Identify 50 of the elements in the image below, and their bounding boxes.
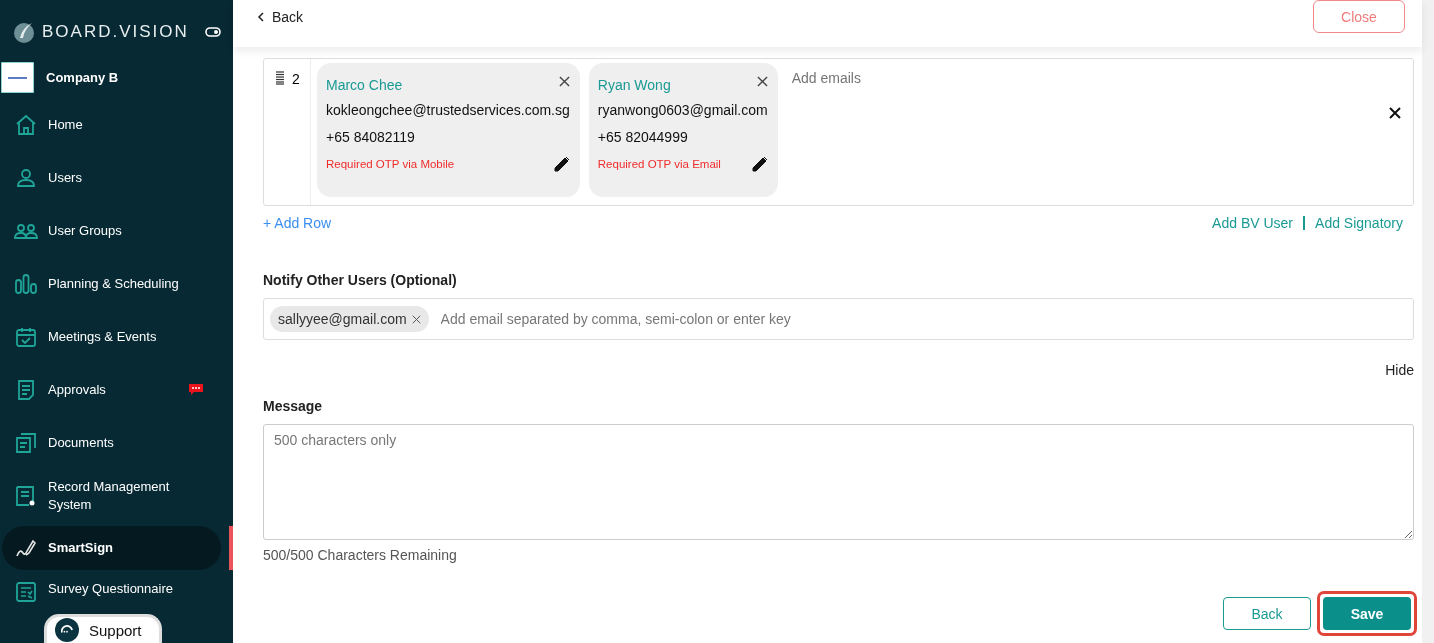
nav-item[interactable]: Record Management System xyxy=(2,469,221,522)
nav-item[interactable]: Approvals xyxy=(2,363,221,416)
add-signatory-link[interactable]: Add Signatory xyxy=(1315,215,1403,231)
bars-icon xyxy=(14,271,38,296)
docs-icon xyxy=(14,430,38,455)
selection-indicator xyxy=(229,526,233,570)
chat-icon xyxy=(55,618,79,642)
otp-requirement: Required OTP via Email xyxy=(597,158,721,170)
chip-email: sallyyee@gmail.com xyxy=(278,311,407,327)
back-link[interactable]: Back xyxy=(257,8,304,25)
nav-item[interactable]: User Groups xyxy=(2,204,221,257)
survey-icon xyxy=(14,580,38,604)
notify-label: Notify Other Users (Optional) xyxy=(263,272,458,288)
support-button[interactable]: Support xyxy=(44,614,162,643)
message-label: Message xyxy=(263,398,324,414)
nav-item[interactable]: Users xyxy=(2,151,221,204)
signatory-email: kokleongchee@trustedservices.com.sg xyxy=(326,102,570,118)
home-icon xyxy=(14,112,38,137)
signatory-email: ryanwong0603@gmail.com xyxy=(597,102,768,118)
company-logo xyxy=(1,61,34,93)
nav-item[interactable]: Survey Questionnaire xyxy=(2,574,221,610)
signatory-phone: +65 82044999 xyxy=(597,129,689,145)
recipients-field[interactable]: sallyyee@gmail.com Add email separated by comma, semi-colon or enter key xyxy=(263,298,1414,340)
toggle-icon[interactable] xyxy=(205,27,221,37)
nav-item[interactable]: Home xyxy=(2,98,221,151)
signatory-phone: +65 84082119 xyxy=(326,129,416,145)
brand-name: BOARD.VISION xyxy=(42,22,190,42)
signatory-name: Marco Chee xyxy=(326,77,403,93)
hide-link[interactable]: Hide xyxy=(1385,362,1414,378)
signatory-name: Ryan Wong xyxy=(597,77,671,93)
back-button[interactable]: Back xyxy=(1223,597,1311,630)
add-bv-user-link[interactable]: Add BV User xyxy=(1212,215,1294,231)
logo-icon xyxy=(12,20,36,44)
row-order: 2 xyxy=(292,71,300,89)
edit-icon[interactable] xyxy=(751,156,768,172)
chevron-left-icon xyxy=(257,11,264,22)
nav-item[interactable]: Meetings & Events xyxy=(2,310,221,363)
nav-item[interactable]: Planning & Scheduling xyxy=(2,257,221,310)
drag-handle-icon[interactable] xyxy=(276,71,284,85)
nav-item[interactable]: Documents xyxy=(2,416,221,469)
edit-icon[interactable] xyxy=(553,156,570,172)
company-name[interactable]: Company B xyxy=(46,69,119,85)
message-field[interactable]: 500 characters only xyxy=(263,424,1414,540)
remove-icon[interactable] xyxy=(558,76,570,87)
remove-icon[interactable] xyxy=(756,76,768,87)
character-counter: 500/500 Characters Remaining xyxy=(263,547,458,563)
delete-row-icon[interactable] xyxy=(1389,107,1401,119)
otp-requirement: Required OTP via Mobile xyxy=(326,158,455,170)
save-button[interactable]: Save xyxy=(1323,597,1411,630)
remove-icon[interactable] xyxy=(411,314,421,324)
